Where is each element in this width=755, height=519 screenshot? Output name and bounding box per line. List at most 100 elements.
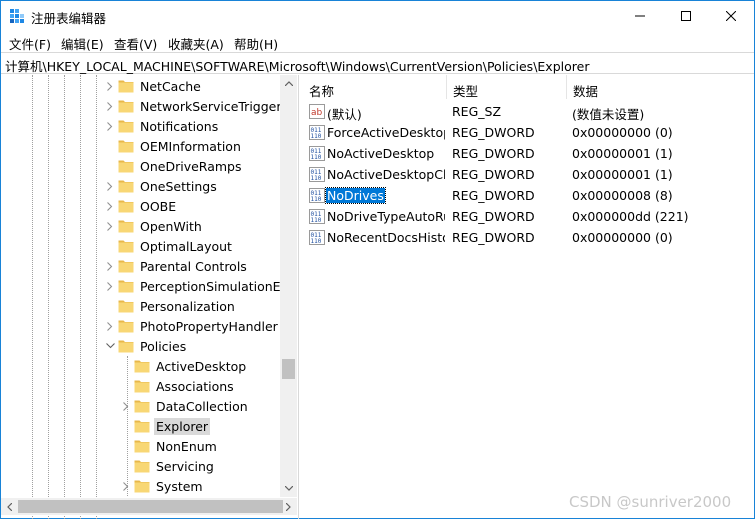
binary-value-icon: 011 110 — [309, 167, 325, 182]
tree-item-associations[interactable]: Associations — [118, 376, 236, 396]
chevron-right-icon[interactable] — [102, 116, 118, 136]
menu-help[interactable]: 帮助(H) — [234, 34, 278, 53]
chevron-right-icon[interactable] — [102, 316, 118, 336]
menu-view[interactable]: 查看(V) — [114, 34, 157, 53]
value-name: (默认) — [327, 107, 362, 122]
value-type: REG_SZ — [452, 104, 502, 119]
tree-item-onesettings[interactable]: OneSettings — [102, 176, 219, 196]
vertical-scroll-thumb[interactable] — [282, 359, 295, 379]
folder-icon — [118, 279, 134, 293]
maximize-icon — [681, 11, 691, 21]
address-bar[interactable]: 计算机\HKEY_LOCAL_MACHINE\SOFTWARE\Microsof… — [1, 52, 754, 74]
tree-item-label: Associations — [156, 378, 234, 394]
value-name: ForceActiveDesktopOn — [327, 125, 445, 140]
tree-guide-line — [48, 75, 49, 519]
folder-icon — [118, 199, 134, 213]
tree-item-label: Servicing — [156, 458, 214, 474]
title-bar[interactable]: 注册表编辑器 — [1, 1, 754, 31]
value-name: NoActiveDesktop — [327, 146, 435, 161]
binary-value-icon: 011 110 — [309, 146, 325, 161]
chevron-right-icon[interactable] — [102, 256, 118, 276]
tree-item-openwith[interactable]: OpenWith — [102, 216, 204, 236]
value-row[interactable]: 011 110 NoActiveDesktop REG_DWORD 0x00000001… — [303, 143, 754, 164]
tree-item-label: DataCollection — [156, 398, 248, 414]
tree-item-system[interactable]: System — [118, 476, 205, 496]
chevron-right-icon[interactable] — [102, 196, 118, 216]
regedit-app-icon — [10, 9, 24, 23]
tree-item-oobe[interactable]: OOBE — [102, 196, 178, 216]
value-row[interactable]: 011110NoDriveTypeAutoRun REG_DWORD 0x00000… — [303, 206, 754, 227]
address-path[interactable]: 计算机\HKEY_LOCAL_MACHINE\SOFTWARE\Microsof… — [5, 56, 589, 75]
value-row[interactable]: 011110NoActiveDesktopChanges REG_DWORD 0x0… — [303, 164, 754, 185]
key-tree[interactable]: NetCache NetworkServiceTriggers Notificati… — [1, 75, 299, 519]
scroll-right-icon[interactable] — [280, 498, 297, 515]
menu-edit[interactable]: 编辑(E) — [61, 34, 104, 53]
svg-text:110: 110 — [311, 175, 322, 182]
scroll-up-icon[interactable] — [280, 75, 297, 92]
tree-item-activedesktop[interactable]: ActiveDesktop — [118, 356, 248, 376]
binary-value-icon: 011 110 — [309, 125, 325, 140]
tree-item-label: Personalization — [140, 298, 235, 314]
tree-item-networkservicetriggers[interactable]: NetworkServiceTriggers — [102, 96, 290, 116]
tree-item-notifications[interactable]: Notifications — [102, 116, 220, 136]
svg-text:ab: ab — [311, 108, 323, 118]
menu-favorites[interactable]: 收藏夹(A) — [168, 34, 224, 53]
chevron-right-icon[interactable] — [102, 96, 118, 116]
values-list[interactable]: 名称 类型 数据 ab (默认) REG_SZ (数值未设置) 011 110 ForceA… — [303, 75, 754, 519]
tree-item-onedriveramps[interactable]: OneDriveRamps — [102, 156, 243, 176]
binary-value-icon: 011 110 — [309, 230, 325, 245]
chevron-right-icon[interactable] — [118, 476, 134, 496]
tree-item-policies[interactable]: Policies — [102, 336, 188, 356]
chevron-down-icon[interactable] — [102, 336, 118, 356]
tree-item-perceptionsimulationext[interactable]: PerceptionSimulationExt — [102, 276, 295, 296]
value-data: (数值未设置) — [572, 107, 645, 122]
close-button[interactable] — [708, 1, 754, 31]
tree-item-personalization[interactable]: Personalization — [102, 296, 237, 316]
column-header-data[interactable]: 数据 — [567, 75, 754, 99]
tree-item-photopropertyhandler[interactable]: PhotoPropertyHandler — [102, 316, 280, 336]
menu-file[interactable]: 文件(F) — [9, 34, 51, 53]
folder-icon — [118, 119, 134, 133]
binary-value-icon: 011 110 — [309, 188, 325, 203]
minimize-button[interactable] — [617, 1, 663, 31]
scroll-left-icon[interactable] — [1, 498, 18, 515]
tree-item-label: Parental Controls — [140, 258, 247, 274]
tree-item-parental-controls[interactable]: Parental Controls — [102, 256, 249, 276]
chevron-right-icon[interactable] — [118, 396, 134, 416]
tree-guide-line — [96, 75, 97, 519]
tree-item-servicing[interactable]: Servicing — [118, 456, 216, 476]
value-row[interactable]: 011110ForceActiveDesktopOn REG_DWORD 0x000… — [303, 122, 754, 143]
tree-item-oeminformation[interactable]: OEMInformation — [102, 136, 243, 156]
value-row[interactable]: ab (默认) REG_SZ (数值未设置) — [303, 101, 754, 122]
chevron-right-icon[interactable] — [102, 176, 118, 196]
folder-icon — [118, 239, 134, 253]
tree-item-netcache[interactable]: NetCache — [102, 76, 203, 96]
tree-item-explorer[interactable]: Explorer — [118, 416, 211, 436]
tree-item-label: OpenWith — [140, 218, 202, 234]
tree-item-nonenum[interactable]: NonEnum — [118, 436, 219, 456]
column-header-type[interactable]: 类型 — [447, 75, 567, 99]
column-header-name[interactable]: 名称 — [303, 75, 447, 99]
tree-item-datacollection[interactable]: DataCollection — [118, 396, 250, 416]
value-data: 0x00000001 (1) — [572, 167, 673, 182]
tree-vertical-scrollbar[interactable] — [280, 75, 297, 497]
chevron-right-icon[interactable] — [102, 216, 118, 236]
binary-value-icon: 011 110 — [309, 209, 325, 224]
value-row[interactable]: 011 110 NoDrives REG_DWORD 0x00000008 (8) — [303, 185, 754, 206]
chevron-right-icon[interactable] — [102, 276, 118, 296]
value-row[interactable]: 011110NoRecentDocsHistory REG_DWORD 0x0000… — [303, 227, 754, 248]
value-type: REG_DWORD — [452, 230, 535, 245]
tree-item-optimallayout[interactable]: OptimalLayout — [102, 236, 234, 256]
chevron-right-icon[interactable] — [102, 76, 118, 96]
folder-icon — [118, 299, 134, 313]
tree-item-label: OneDriveRamps — [140, 158, 242, 174]
horizontal-scroll-thumb[interactable] — [18, 500, 283, 513]
value-type: REG_DWORD — [452, 188, 535, 203]
maximize-button[interactable] — [663, 1, 709, 31]
scroll-down-icon[interactable] — [280, 480, 297, 497]
tree-horizontal-scrollbar[interactable] — [1, 498, 297, 515]
